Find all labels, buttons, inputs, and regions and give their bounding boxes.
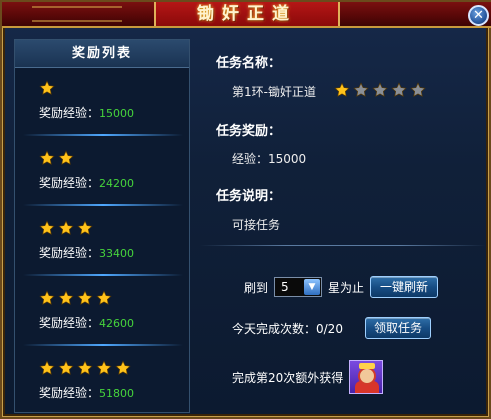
- reward-list-header: 奖励列表: [15, 40, 189, 68]
- reward-exp-label: 奖励经验：: [39, 176, 100, 190]
- reward-exp-line: 奖励经验：24200: [39, 174, 134, 191]
- reward-stars: [39, 220, 93, 236]
- star-icon: [39, 360, 55, 375]
- star-icon: [58, 360, 74, 375]
- reward-exp-line: 奖励经验：15000: [39, 104, 134, 121]
- portrait-crown: [359, 363, 376, 369]
- task-desc-title: 任务说明：: [216, 189, 282, 204]
- daily-count-label: 今天完成次数：0/20: [232, 321, 343, 336]
- bonus-row: 完成第20次额外获得: [232, 359, 384, 395]
- star-icon: [58, 150, 74, 165]
- accept-task-button[interactable]: 领取任务: [364, 317, 431, 339]
- reward-exp-value: 51800: [99, 387, 135, 400]
- star-icon: [372, 82, 388, 97]
- task-reward: 经验：15000: [232, 152, 307, 166]
- star-icon: [353, 82, 369, 97]
- star-icon: [58, 220, 74, 235]
- reward-divider: [23, 134, 183, 136]
- one-click-refresh-button[interactable]: 一键刷新: [370, 276, 439, 298]
- title-bar: 锄奸正道 ✕: [2, 2, 491, 28]
- star-icon: [77, 220, 93, 235]
- section-divider: [200, 245, 486, 246]
- close-icon: ✕: [473, 8, 484, 23]
- reward-exp-label: 奖励经验：: [39, 316, 100, 330]
- reward-exp-line: 奖励经验：51800: [39, 384, 134, 401]
- window-title: 锄奸正道: [154, 2, 340, 26]
- bonus-label: 完成第20次额外获得: [232, 370, 344, 385]
- task-reward-title: 任务奖励：: [216, 124, 282, 139]
- reward-exp-label: 奖励经验：: [39, 246, 100, 260]
- star-icon: [77, 360, 93, 375]
- star-icon: [391, 82, 407, 97]
- star-target-select[interactable]: 5 ▼: [274, 277, 323, 297]
- title-ornament-left: [32, 6, 122, 22]
- task-window: 锄奸正道 ✕ 奖励列表 奖励经验：15000 奖励经验：24200 奖励经验：3…: [0, 0, 491, 419]
- reward-exp-value: 33400: [99, 247, 135, 260]
- refresh-row: 刷到 5 ▼ 星为止 一键刷新: [244, 276, 439, 298]
- task-rating-stars: [334, 82, 426, 98]
- reward-divider: [23, 204, 183, 206]
- task-detail-panel: 任务名称： 第1环-锄奸正道 任务奖励： 经验：15000 任务说明： 可接任务…: [200, 32, 486, 416]
- star-icon: [410, 82, 426, 97]
- star-icon: [77, 290, 93, 305]
- reward-item-2: 奖励经验：24200: [15, 142, 191, 212]
- task-desc: 可接任务: [232, 218, 281, 232]
- reward-item-5: 奖励经验：51800: [15, 352, 191, 419]
- refresh-suffix: 星为止: [328, 280, 365, 295]
- reward-divider: [23, 274, 183, 276]
- reward-item-3: 奖励经验：33400: [15, 212, 191, 282]
- reward-list-panel: 奖励列表 奖励经验：15000 奖励经验：24200 奖励经验：33400 奖励…: [14, 39, 190, 413]
- reward-divider: [23, 344, 183, 346]
- star-icon: [39, 80, 55, 95]
- reward-exp-label: 奖励经验：: [39, 106, 100, 120]
- star-icon: [58, 290, 74, 305]
- reward-exp-label: 奖励经验：: [39, 386, 100, 400]
- chevron-down-icon[interactable]: ▼: [304, 279, 321, 295]
- star-icon: [115, 360, 131, 375]
- reward-item-4: 奖励经验：42600: [15, 282, 191, 352]
- close-button[interactable]: ✕: [468, 5, 489, 26]
- reward-stars: [39, 150, 74, 166]
- refresh-prefix: 刷到: [244, 280, 269, 295]
- reward-exp-value: 15000: [99, 107, 135, 120]
- reward-exp-value: 42600: [99, 317, 135, 330]
- daily-count-row: 今天完成次数：0/20 领取任务: [232, 317, 431, 339]
- star-icon: [39, 150, 55, 165]
- reward-exp-line: 奖励经验：42600: [39, 314, 134, 331]
- reward-stars: [39, 290, 112, 306]
- star-icon: [334, 82, 350, 97]
- star-icon: [96, 290, 112, 305]
- star-icon: [39, 290, 55, 305]
- star-icon: [96, 360, 112, 375]
- reward-exp-value: 24200: [99, 177, 135, 190]
- reward-stars: [39, 360, 131, 376]
- hero-portrait-icon[interactable]: [349, 360, 384, 394]
- task-name: 第1环-锄奸正道: [232, 85, 316, 99]
- star-target-value: 5: [281, 280, 289, 294]
- task-name-title: 任务名称：: [216, 56, 282, 71]
- reward-exp-line: 奖励经验：33400: [39, 244, 134, 261]
- star-icon: [39, 220, 55, 235]
- reward-item-1: 奖励经验：15000: [15, 72, 191, 142]
- reward-stars: [39, 80, 55, 96]
